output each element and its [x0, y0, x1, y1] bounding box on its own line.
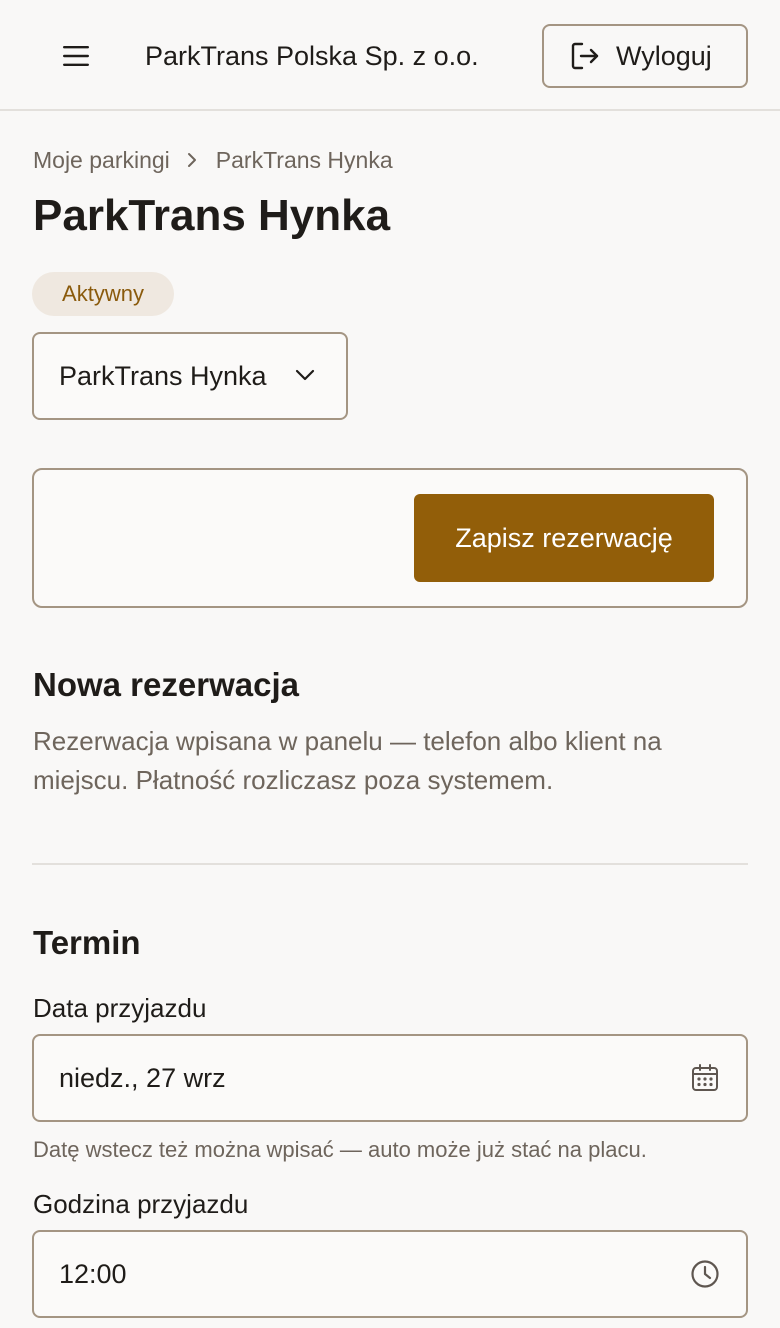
arrival-date-label: Data przyjazdu — [33, 993, 207, 1023]
breadcrumb: Moje parkingi ParkTrans Hynka — [33, 144, 393, 176]
arrival-time-label: Godzina przyjazdu — [33, 1189, 249, 1219]
page-title: ParkTrans Hynka — [33, 191, 391, 240]
parking-select-value: ParkTrans Hynka — [59, 360, 267, 391]
chevron-down-icon — [295, 369, 315, 381]
section-title-new-reservation: Nowa rezerwacja — [33, 666, 299, 703]
clock-icon[interactable] — [690, 1259, 720, 1289]
hamburger-menu-button[interactable] — [56, 36, 96, 76]
arrival-date-value: niedz., 27 wrz — [59, 1062, 226, 1093]
subsection-title-term: Termin — [33, 924, 141, 961]
arrival-date-field[interactable]: niedz., 27 wrz — [32, 1034, 748, 1122]
hamburger-menu-icon — [63, 46, 89, 66]
save-reservation-button[interactable]: Zapisz rezerwację — [414, 494, 714, 582]
arrival-date-hint: Datę wstecz też można wpisać — auto może… — [33, 1137, 647, 1162]
chevron-right-icon — [186, 152, 198, 168]
calendar-icon[interactable] — [690, 1063, 720, 1093]
parking-select[interactable]: ParkTrans Hynka — [32, 332, 348, 420]
company-name: ParkTrans Polska Sp. z o.o. — [145, 41, 479, 71]
top-bar: ParkTrans Polska Sp. z o.o. Wyloguj — [0, 0, 780, 111]
status-badge: Aktywny — [32, 272, 174, 316]
breadcrumb-parent-link[interactable]: Moje parkingi — [33, 147, 170, 174]
arrival-time-field[interactable]: 12:00 — [32, 1230, 748, 1318]
section-description: Rezerwacja wpisana w panelu — telefon al… — [33, 726, 662, 795]
logout-icon — [571, 42, 599, 70]
logout-label: Wyloguj — [616, 40, 712, 71]
breadcrumb-current: ParkTrans Hynka — [215, 146, 393, 173]
arrival-time-value: 12:00 — [59, 1258, 127, 1289]
logout-button[interactable]: Wyloguj — [542, 24, 748, 88]
section-divider — [32, 863, 748, 865]
